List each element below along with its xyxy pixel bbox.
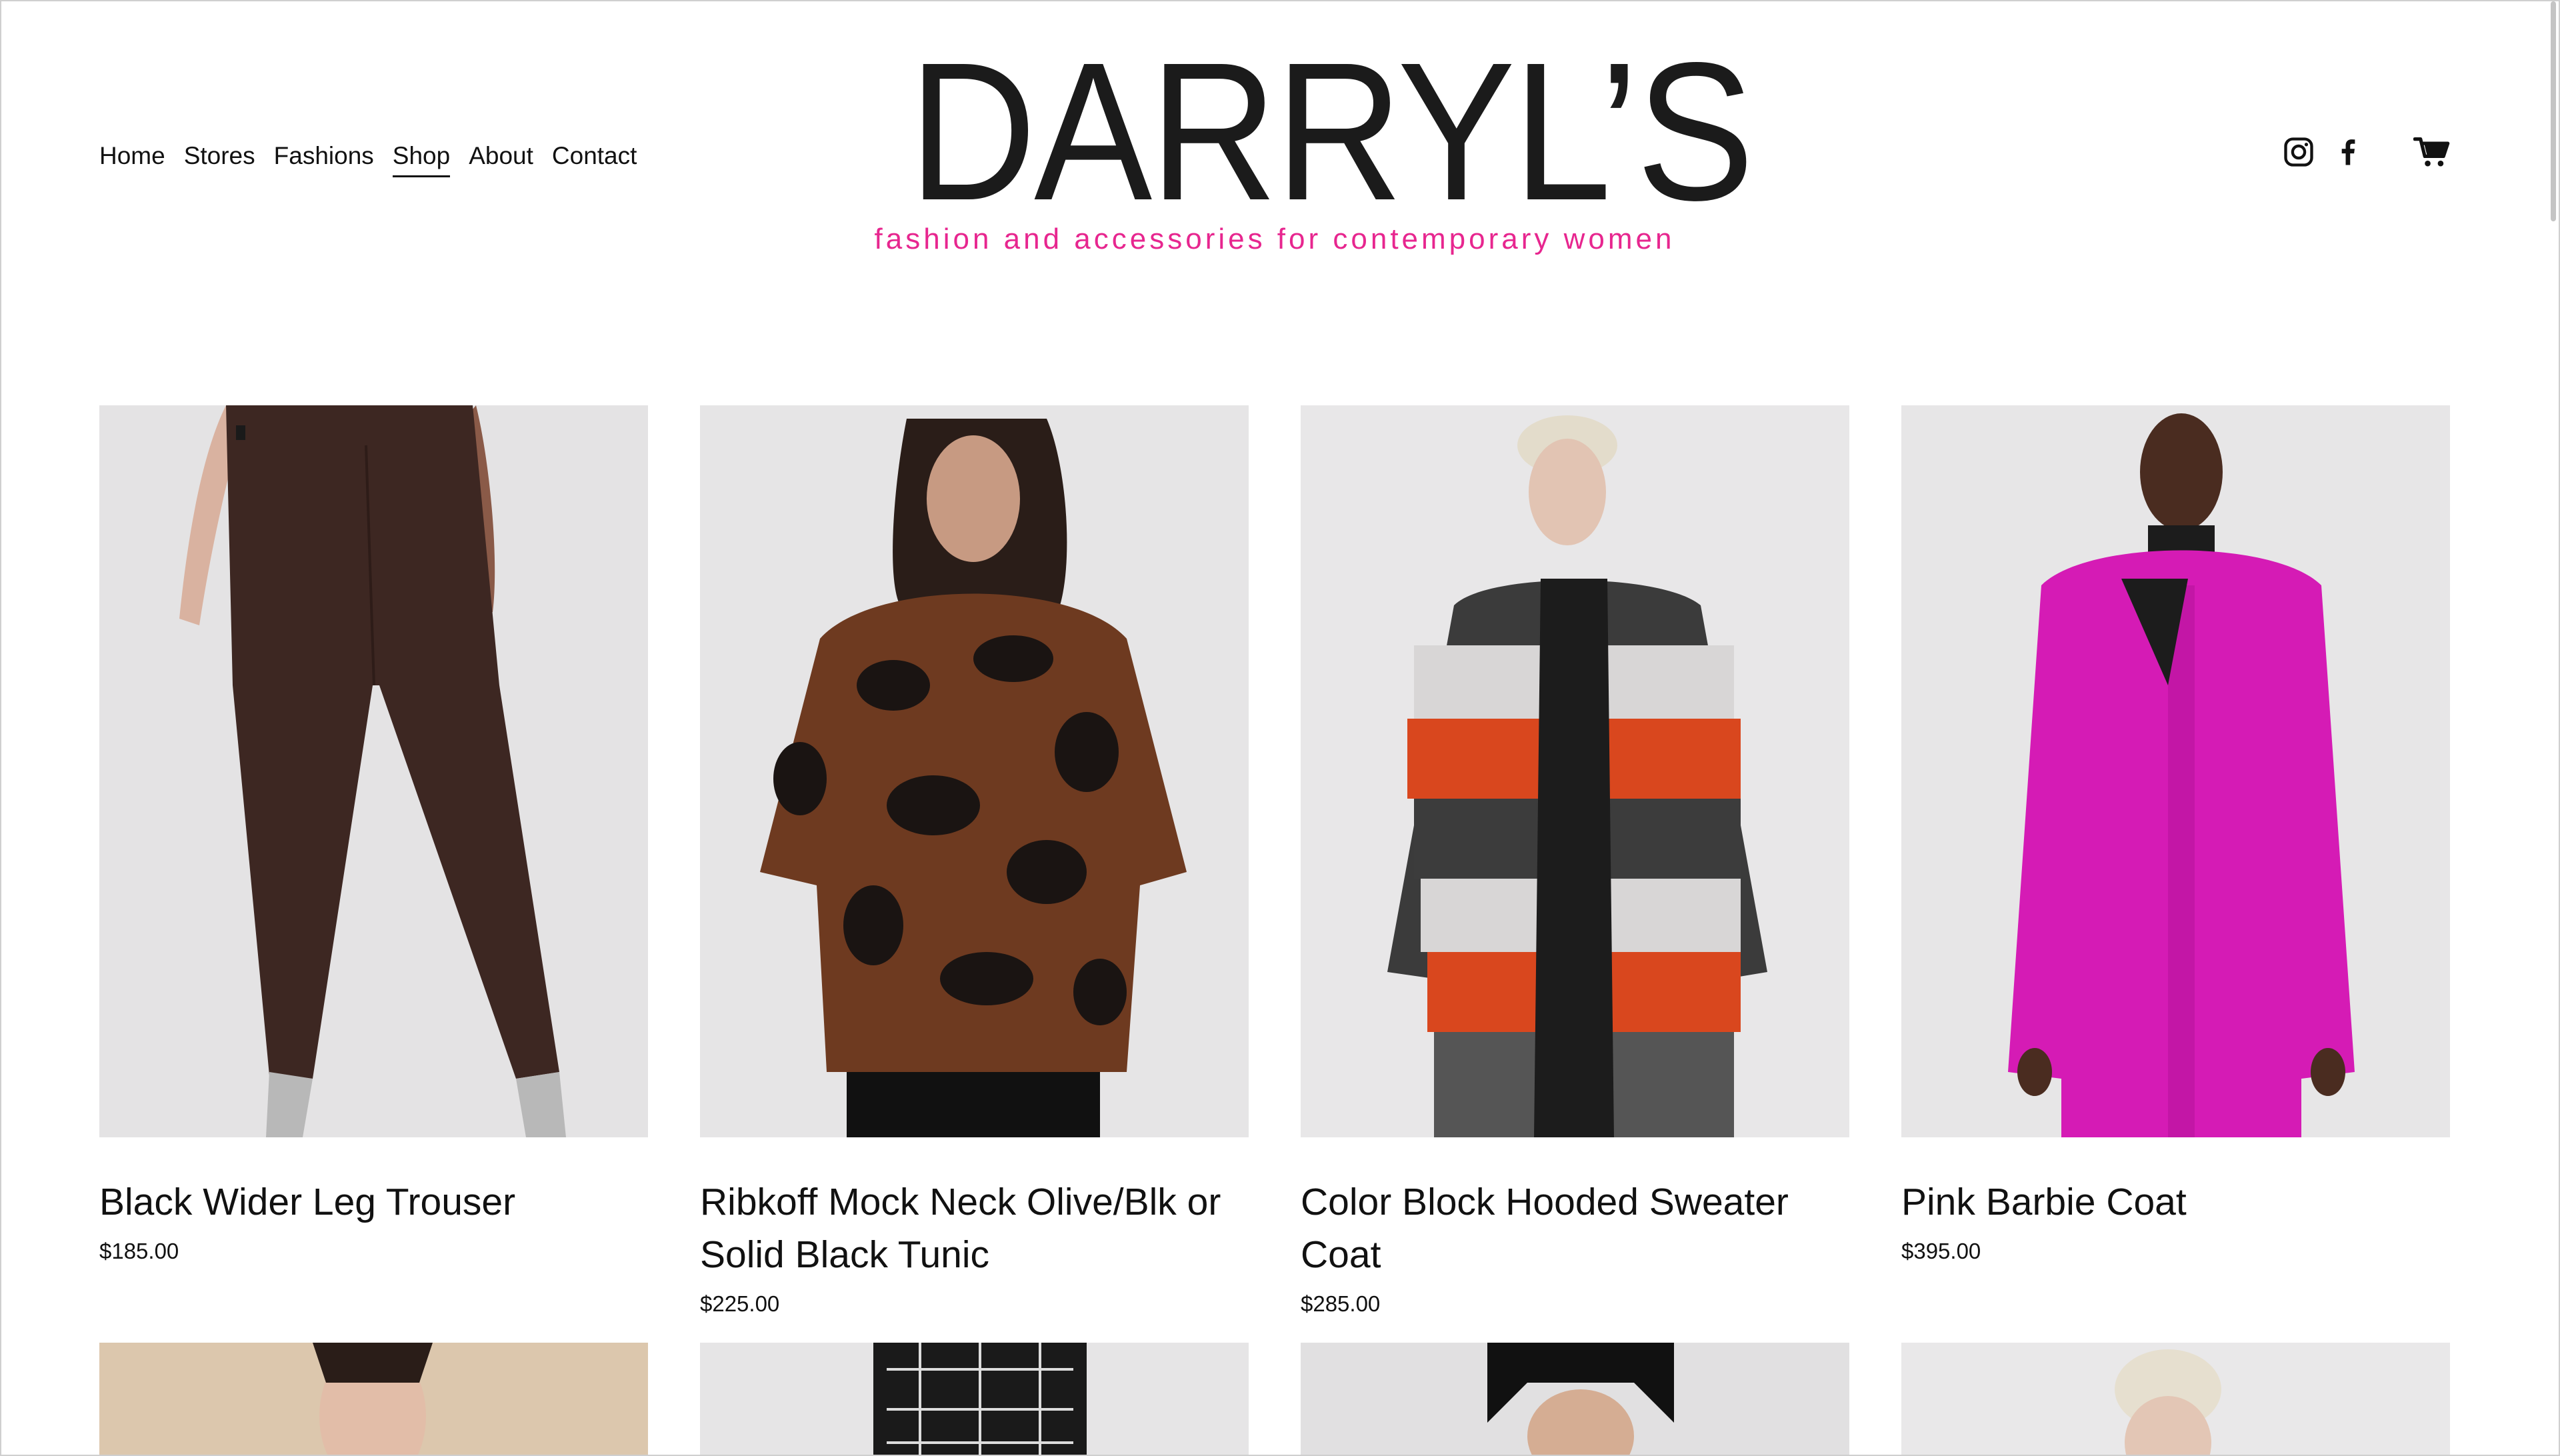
nav-item-home[interactable]: Home (99, 139, 165, 173)
product-image[interactable] (1901, 1343, 2450, 1455)
brand-logo-link[interactable]: DARRYL’S fashion and accessories for con… (868, 21, 1755, 256)
nav-item-contact[interactable]: Contact (552, 139, 637, 173)
header-icons (2281, 135, 2451, 169)
product-card[interactable] (1301, 1343, 1849, 1455)
nav-item-about[interactable]: About (469, 139, 533, 173)
product-image-pink-coat[interactable] (1901, 405, 2450, 1137)
product-card[interactable]: Color Block Hooded Sweater Coat $285.00 (1301, 405, 1849, 1317)
product-card[interactable] (99, 1343, 648, 1455)
product-price: $225.00 (700, 1291, 780, 1316)
product-card[interactable]: Ribkoff Mock Neck Olive/Blk or Solid Bla… (700, 405, 1249, 1317)
nav-item-shop[interactable]: Shop (392, 139, 451, 177)
product-card[interactable]: Black Wider Leg Trouser $185.00 (99, 405, 648, 1265)
product-price: $285.00 (1301, 1291, 1381, 1316)
product-image[interactable] (99, 1343, 648, 1455)
instagram-icon[interactable] (2281, 135, 2316, 169)
cart-icon[interactable] (2413, 135, 2451, 169)
nav-item-fashions[interactable]: Fashions (274, 139, 374, 173)
product-card[interactable] (700, 1343, 1249, 1455)
product-image-trouser[interactable] (99, 405, 648, 1137)
product-price: $185.00 (99, 1239, 179, 1263)
nav-item-stores[interactable]: Stores (184, 139, 255, 173)
facebook-icon[interactable] (2331, 135, 2365, 169)
product-image-sweater-coat[interactable] (1301, 405, 1849, 1137)
main-nav: Home Stores Fashions Shop About Contact (99, 139, 637, 177)
product-title[interactable]: Pink Barbie Coat (1901, 1176, 2450, 1229)
product-image[interactable] (1301, 1343, 1849, 1455)
product-card[interactable] (1901, 1343, 2450, 1455)
site-header: Home Stores Fashions Shop About Contact … (1, 1, 2559, 281)
product-title[interactable]: Color Block Hooded Sweater Coat (1301, 1176, 1849, 1281)
product-card[interactable]: Pink Barbie Coat $395.00 (1901, 405, 2450, 1265)
product-price: $395.00 (1901, 1239, 1981, 1263)
product-title[interactable]: Black Wider Leg Trouser (99, 1176, 648, 1229)
brand-logo: DARRYL’S (909, 21, 1754, 241)
product-title[interactable]: Ribkoff Mock Neck Olive/Blk or Solid Bla… (700, 1176, 1249, 1281)
product-image-tunic[interactable] (700, 405, 1249, 1137)
page: Home Stores Fashions Shop About Contact … (0, 0, 2560, 1456)
product-image[interactable] (700, 1343, 1249, 1455)
